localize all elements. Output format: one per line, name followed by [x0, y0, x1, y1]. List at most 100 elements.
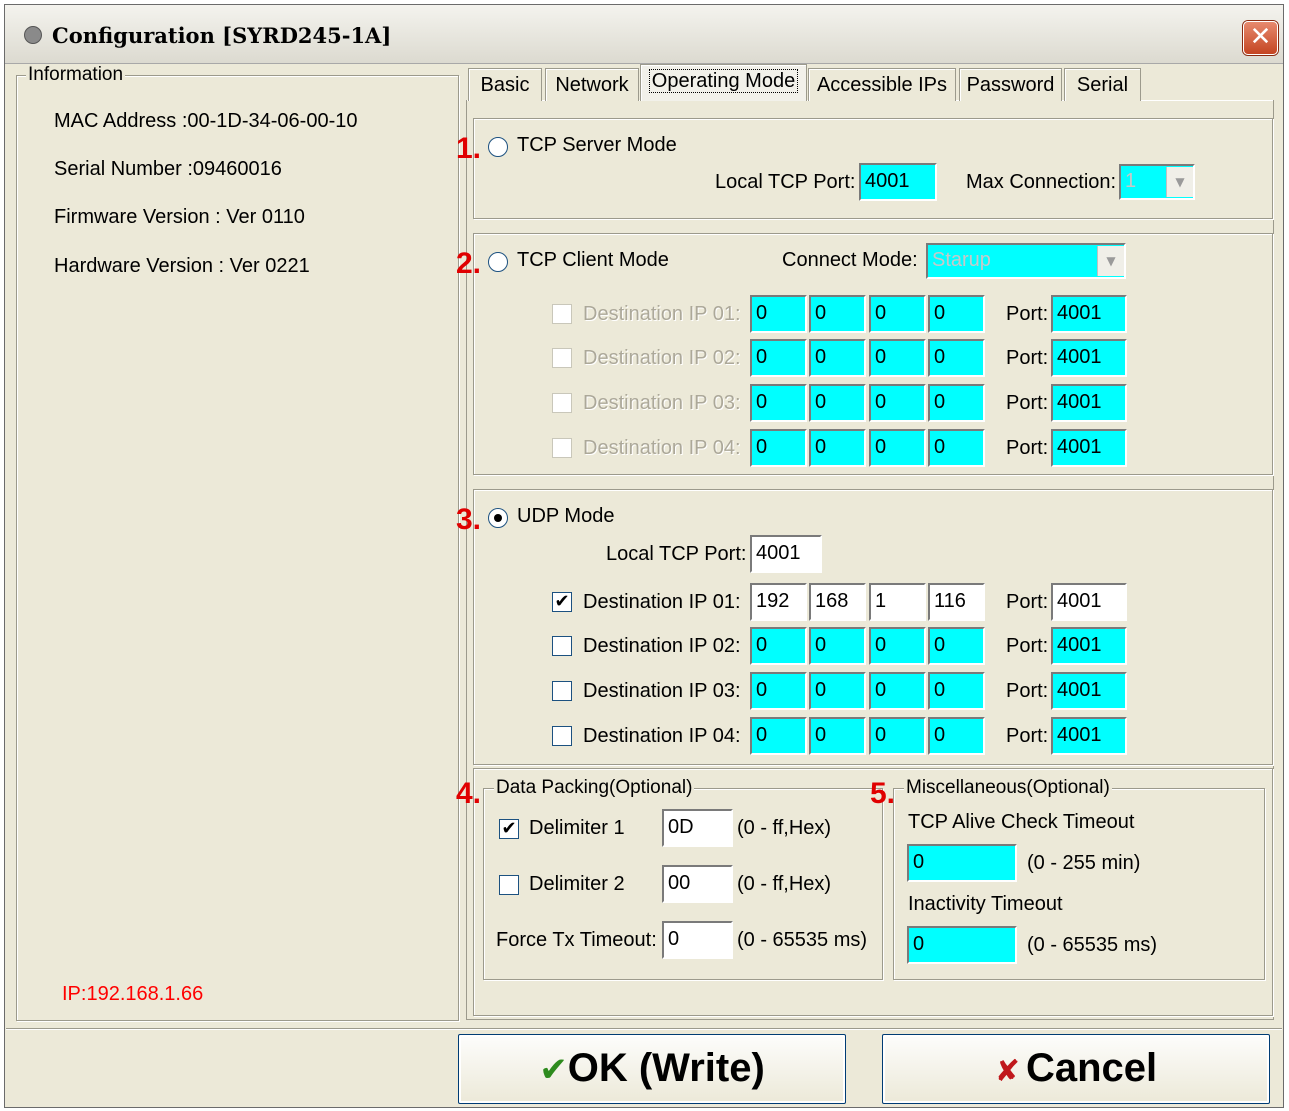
force-tx-timeout-range: (0 - 65535 ms) — [737, 929, 868, 951]
client-dest-ip-02-octet-1[interactable]: 0 — [750, 339, 807, 377]
udp-dest-ip-01-octet-4[interactable]: 116 — [928, 583, 985, 621]
tab-basic[interactable]: Basic — [468, 68, 542, 101]
connect-mode-select[interactable]: Starup ▼ — [926, 243, 1126, 279]
hardware-version: Hardware Version : Ver 0221 — [54, 255, 310, 277]
tab-label: Serial — [1076, 74, 1129, 96]
connect-mode-label: Connect Mode: — [782, 249, 918, 271]
client-dest-ip-04-octet-3[interactable]: 0 — [869, 429, 926, 467]
udp-dest-ip-03-octet-1[interactable]: 0 — [750, 672, 807, 710]
client-port-03-field[interactable]: 4001 — [1051, 384, 1127, 422]
cross-icon: ✘ — [994, 1054, 1020, 1089]
udp-dest-ip-01-octet-2[interactable]: 168 — [809, 583, 866, 621]
delimiter-2-label: Delimiter 2 — [529, 873, 625, 895]
udp-dest-ip-03-octet-3[interactable]: 0 — [869, 672, 926, 710]
udp-port-03-field[interactable]: 4001 — [1051, 672, 1127, 710]
udp-dest-ip-01-octet-3[interactable]: 1 — [869, 583, 926, 621]
udp-port-01-label: Port: — [1006, 591, 1049, 613]
tab-operating-mode[interactable]: Operating Mode — [640, 64, 807, 101]
udp-local-port-field[interactable]: 4001 — [750, 535, 822, 573]
udp-port-01-field[interactable]: 4001 — [1051, 583, 1127, 621]
udp-dest-ip-04-octet-4[interactable]: 0 — [928, 717, 985, 755]
udp-dest-ip-04-octet-3[interactable]: 0 — [869, 717, 926, 755]
udp-dest-ip-03-checkbox[interactable] — [552, 681, 572, 701]
client-dest-ip-03-checkbox[interactable] — [552, 393, 572, 413]
udp-port-04-field[interactable]: 4001 — [1051, 717, 1127, 755]
udp-dest-ip-02-label: Destination IP 02: — [583, 635, 741, 657]
chevron-down-icon[interactable]: ▼ — [1166, 167, 1193, 197]
delimiter-1-checkbox[interactable]: ✔ — [499, 819, 519, 839]
cancel-label: Cancel — [1025, 1046, 1158, 1090]
client-dest-ip-04-octet-4[interactable]: 0 — [928, 429, 985, 467]
close-button[interactable]: ✕ — [1243, 21, 1278, 55]
udp-dest-ip-04-checkbox[interactable] — [552, 726, 572, 746]
udp-dest-ip-02-octet-3[interactable]: 0 — [869, 627, 926, 665]
udp-dest-ip-02-octet-1[interactable]: 0 — [750, 627, 807, 665]
tab-serial[interactable]: Serial — [1064, 68, 1141, 101]
server-local-port-field[interactable]: 4001 — [859, 163, 937, 201]
delimiter-1-field[interactable]: 0D — [662, 809, 733, 847]
delimiter-1-range: (0 - ff,Hex) — [737, 817, 832, 839]
udp-dest-ip-02-octet-2[interactable]: 0 — [809, 627, 866, 665]
chevron-down-icon[interactable]: ▼ — [1097, 246, 1124, 276]
client-dest-ip-01-octet-3[interactable]: 0 — [869, 295, 926, 333]
client-port-04-label: Port: — [1006, 437, 1049, 459]
delimiter-2-range: (0 - ff,Hex) — [737, 873, 832, 895]
force-tx-timeout-field[interactable]: 0 — [662, 921, 733, 959]
max-connection-select[interactable]: 1 ▼ — [1119, 164, 1195, 200]
udp-dest-ip-03-octet-2[interactable]: 0 — [809, 672, 866, 710]
udp-dest-ip-01-label: Destination IP 01: — [583, 591, 741, 613]
client-dest-ip-03-octet-1[interactable]: 0 — [750, 384, 807, 422]
client-dest-ip-04-label: Destination IP 04: — [583, 437, 741, 459]
delimiter-1-label: Delimiter 1 — [529, 817, 625, 839]
client-dest-ip-03-octet-2[interactable]: 0 — [809, 384, 866, 422]
max-connection-label: Max Connection: — [966, 171, 1117, 193]
tcp-alive-check-range: (0 - 255 min) — [1027, 852, 1141, 874]
udp-dest-ip-01-checkbox[interactable]: ✔ — [552, 592, 572, 612]
client-dest-ip-03-octet-3[interactable]: 0 — [869, 384, 926, 422]
inactivity-timeout-field[interactable]: 0 — [907, 926, 1017, 964]
client-dest-ip-03-octet-4[interactable]: 0 — [928, 384, 985, 422]
client-dest-ip-02-checkbox[interactable] — [552, 348, 572, 368]
tcp-client-radio[interactable] — [488, 252, 508, 272]
client-port-02-field[interactable]: 4001 — [1051, 339, 1127, 377]
udp-dest-ip-02-checkbox[interactable] — [552, 636, 572, 656]
delimiter-2-checkbox[interactable] — [499, 875, 519, 895]
udp-radio[interactable] — [488, 508, 508, 528]
server-local-port-label: Local TCP Port: — [715, 171, 856, 193]
udp-port-02-field[interactable]: 4001 — [1051, 627, 1127, 665]
client-dest-ip-04-octet-2[interactable]: 0 — [809, 429, 866, 467]
udp-dest-ip-04-octet-2[interactable]: 0 — [809, 717, 866, 755]
client-dest-ip-01-octet-2[interactable]: 0 — [809, 295, 866, 333]
client-dest-ip-04-checkbox[interactable] — [552, 438, 572, 458]
client-dest-ip-02-octet-4[interactable]: 0 — [928, 339, 985, 377]
udp-dest-ip-03-octet-4[interactable]: 0 — [928, 672, 985, 710]
tcp-alive-check-field[interactable]: 0 — [907, 844, 1017, 882]
client-dest-ip-02-octet-2[interactable]: 0 — [809, 339, 866, 377]
ok-write-button[interactable]: ✔OK (Write) — [458, 1034, 846, 1104]
cancel-button[interactable]: ✘ Cancel — [882, 1034, 1270, 1104]
client-dest-ip-04-octet-1[interactable]: 0 — [750, 429, 807, 467]
client-dest-ip-02-octet-3[interactable]: 0 — [869, 339, 926, 377]
client-dest-ip-01-checkbox[interactable] — [552, 304, 572, 324]
udp-dest-ip-01-octet-1[interactable]: 192 — [750, 583, 807, 621]
inactivity-timeout-label: Inactivity Timeout — [908, 893, 1063, 915]
app-icon — [24, 26, 42, 44]
tab-password[interactable]: Password — [959, 68, 1062, 101]
delimiter-2-field[interactable]: 00 — [662, 865, 733, 903]
tcp-client-label: TCP Client Mode — [517, 249, 669, 271]
tab-network[interactable]: Network — [545, 68, 639, 101]
client-port-01-field[interactable]: 4001 — [1051, 295, 1127, 333]
client-dest-ip-01-octet-1[interactable]: 0 — [750, 295, 807, 333]
marker-1: 1. — [456, 132, 482, 165]
client-dest-ip-02-label: Destination IP 02: — [583, 347, 741, 369]
tcp-alive-check-label: TCP Alive Check Timeout — [908, 811, 1135, 833]
udp-port-02-label: Port: — [1006, 635, 1049, 657]
udp-dest-ip-04-octet-1[interactable]: 0 — [750, 717, 807, 755]
tab-accessible-ips[interactable]: Accessible IPs — [808, 68, 956, 101]
udp-dest-ip-02-octet-4[interactable]: 0 — [928, 627, 985, 665]
tab-label: Password — [966, 74, 1055, 96]
client-port-04-field[interactable]: 4001 — [1051, 429, 1127, 467]
inactivity-timeout-range: (0 - 65535 ms) — [1027, 934, 1158, 956]
client-dest-ip-01-octet-4[interactable]: 0 — [928, 295, 985, 333]
tcp-server-radio[interactable] — [488, 137, 508, 157]
